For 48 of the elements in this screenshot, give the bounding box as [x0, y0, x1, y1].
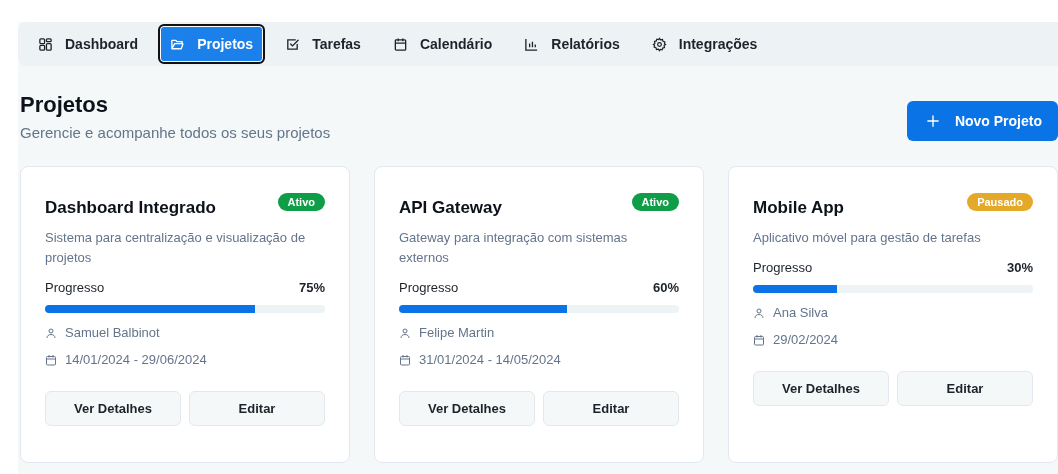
checkbox-icon — [285, 36, 301, 52]
progress-percent: 30% — [1006, 260, 1033, 275]
details-button[interactable]: Ver Detalhes — [399, 391, 535, 426]
progress-percent: 60% — [652, 280, 679, 295]
project-owner: Felipe Martin — [419, 325, 495, 340]
nav-tab[interactable]: Tarefas — [273, 24, 373, 64]
status-badge: Pausado — [967, 193, 1033, 211]
project-name: API Gateway — [399, 197, 502, 218]
edit-button[interactable]: Editar — [543, 391, 679, 426]
status-badge: Ativo — [631, 193, 679, 211]
edit-button[interactable]: Editar — [189, 391, 325, 426]
edit-button[interactable]: Editar — [897, 371, 1033, 406]
nav-tab[interactable]: Projetos — [158, 24, 266, 64]
calendar-icon — [392, 36, 408, 52]
grid-icon — [38, 36, 53, 52]
bar-chart-icon — [524, 36, 540, 52]
project-description: Sistema para centralização e visualização de projetos — [45, 229, 307, 267]
person-icon — [45, 326, 57, 339]
project-dates: 31/01/2024 - 14/05/2024 — [419, 352, 561, 367]
page-subtitle: Gerencie e acompanhe todos os seus projetos — [20, 124, 331, 141]
progress-label: Progresso — [399, 280, 459, 295]
new-project-button[interactable]: Novo Projeto — [906, 101, 1058, 141]
nav-tab[interactable]: Integrações — [639, 24, 770, 64]
project-name: Mobile App — [753, 197, 844, 218]
plus-icon — [926, 115, 939, 127]
details-button[interactable]: Ver Detalhes — [753, 371, 889, 406]
project-owner: Samuel Balbinot — [65, 325, 160, 340]
progress-label: Progresso — [753, 260, 813, 275]
project-dates: 29/02/2024 — [773, 332, 839, 347]
progress-label: Progresso — [45, 280, 105, 295]
project-name: Dashboard Integrado — [45, 197, 216, 218]
project-dates: 14/01/2024 - 29/06/2024 — [65, 352, 207, 367]
project-owner: Ana Silva — [773, 305, 828, 320]
settings-icon — [651, 36, 667, 52]
nav-tab[interactable]: Calendário — [380, 24, 505, 64]
person-icon — [399, 326, 411, 339]
project-description: Gateway para integração com sistemas externos — [399, 229, 629, 267]
calendar-icon — [45, 353, 57, 366]
calendar-icon — [753, 333, 765, 346]
nav-tab[interactable]: Dashboard — [26, 24, 151, 64]
details-button[interactable]: Ver Detalhes — [45, 391, 181, 426]
status-badge: Ativo — [277, 193, 325, 211]
nav-tab[interactable]: Relatórios — [512, 24, 632, 64]
project-description: Aplicativo móvel para gestão de tarefas — [753, 229, 982, 247]
page-title: Projetos — [20, 92, 110, 118]
calendar-icon — [399, 353, 411, 366]
progress-percent: 75% — [298, 280, 325, 295]
person-icon — [753, 306, 765, 319]
